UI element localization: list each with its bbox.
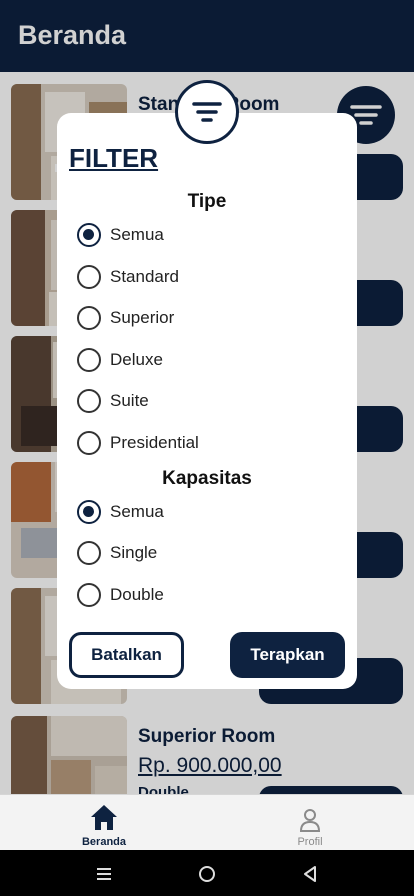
radio-label: Single [110,543,158,562]
radio-unchecked-icon [77,583,101,607]
filter-icon [192,102,222,122]
radio-capacity-single[interactable]: Single [77,540,337,568]
cancel-button[interactable]: Batalkan [69,632,184,678]
filter-badge [175,80,239,144]
radio-checked-icon [77,223,101,247]
radio-unchecked-icon [77,348,101,372]
home-icon [91,805,117,830]
type-group-title: Tipe [187,191,227,212]
radio-label: Standard [110,267,179,286]
radio-capacity-double[interactable]: Double [77,582,337,610]
bottom-navigation: Beranda Profil [0,794,414,850]
radio-capacity-semua[interactable]: Semua [77,499,337,527]
nav-label: Beranda [81,836,127,848]
system-navigation-bar [0,850,414,896]
nav-label: Profil [297,836,323,848]
radio-label: Semua [110,225,164,244]
filter-dialog: FILTER Tipe Semua Standard Superior Delu… [57,113,357,689]
radio-label: Presidential [110,433,199,452]
radio-type-presidential[interactable]: Presidential [77,430,337,458]
recent-apps-icon[interactable] [92,862,116,886]
radio-type-standard[interactable]: Standard [77,264,337,292]
radio-unchecked-icon [77,431,101,455]
radio-type-superior[interactable]: Superior [77,305,337,333]
nav-item-profil[interactable]: Profil [260,801,360,849]
radio-checked-icon [77,500,101,524]
radio-unchecked-icon [77,389,101,413]
capacity-group-title: Kapasitas [162,468,252,489]
radio-type-deluxe[interactable]: Deluxe [77,347,337,375]
filter-title: FILTER [69,143,159,173]
radio-unchecked-icon [77,265,101,289]
radio-unchecked-icon [77,306,101,330]
radio-label: Semua [110,502,164,521]
radio-label: Double [110,585,164,604]
apply-button[interactable]: Terapkan [230,632,345,678]
radio-type-semua[interactable]: Semua [77,222,337,250]
back-icon[interactable] [298,862,322,886]
person-icon [299,809,321,832]
nav-item-beranda[interactable]: Beranda [54,801,154,849]
radio-label: Superior [110,308,175,327]
radio-type-suite[interactable]: Suite [77,388,337,416]
radio-label: Suite [110,391,149,410]
radio-unchecked-icon [77,541,101,565]
radio-label: Deluxe [110,350,163,369]
home-circle-icon[interactable] [195,862,219,886]
